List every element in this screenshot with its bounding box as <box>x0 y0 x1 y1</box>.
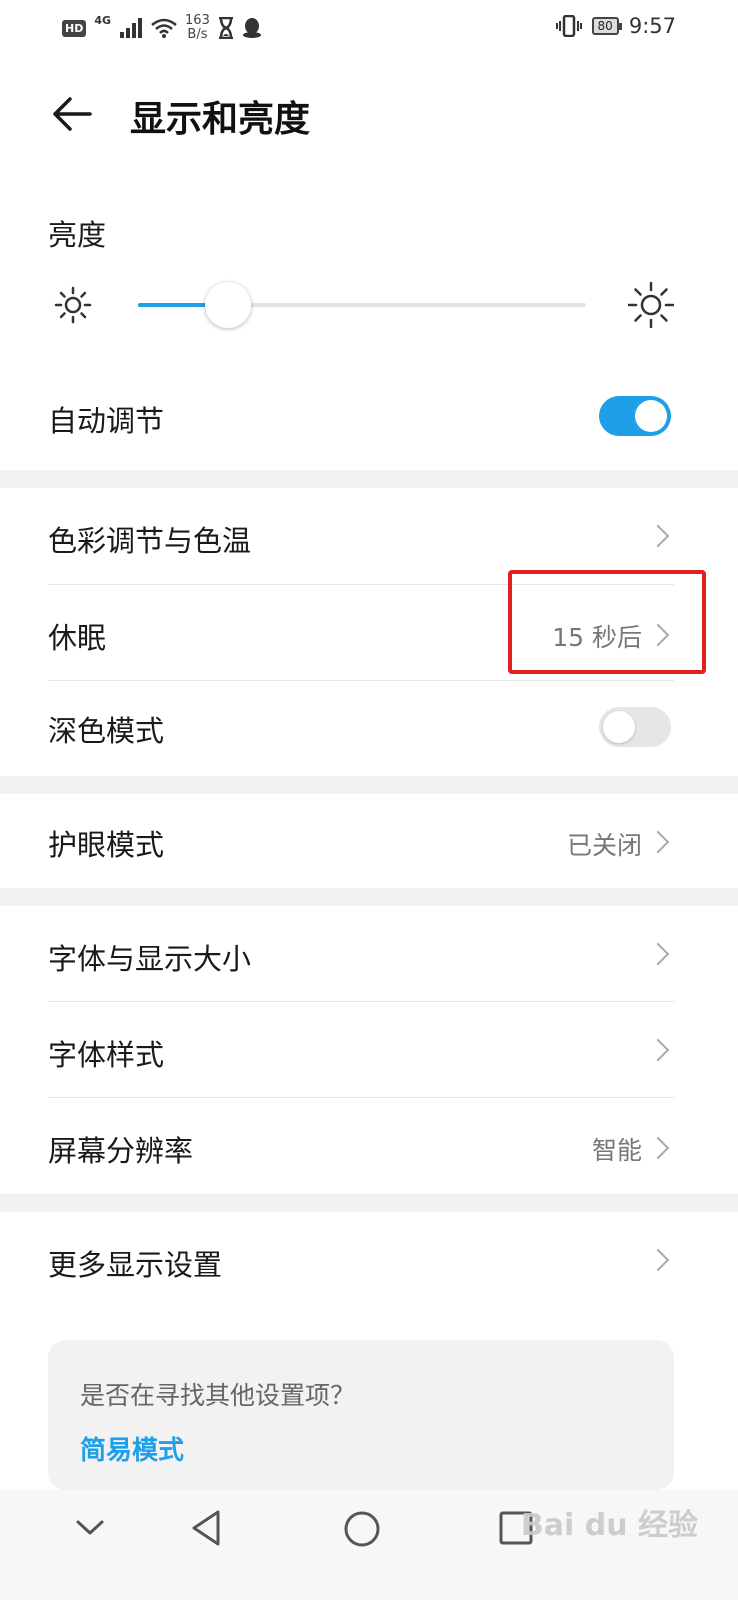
back-button[interactable] <box>50 92 94 136</box>
eye-comfort-label: 护眼模式 <box>48 828 165 862</box>
back-arrow-icon <box>53 97 92 131</box>
dark-mode-label: 深色模式 <box>48 714 165 748</box>
color-temp-label: 色彩调节与色温 <box>48 524 252 558</box>
section-gap <box>0 776 738 794</box>
chevron-right-icon <box>646 1248 670 1272</box>
font-display-size-label: 字体与显示大小 <box>48 942 252 976</box>
section-gap <box>0 888 738 906</box>
section-gap <box>0 470 738 488</box>
chevron-right-icon <box>646 1136 670 1160</box>
chevron-right-icon <box>646 942 670 966</box>
nav-back-icon[interactable] <box>188 1508 224 1548</box>
sleep-label: 休眠 <box>48 621 107 655</box>
section-gap <box>0 1194 738 1212</box>
net-speed-value: 163 <box>185 13 210 28</box>
page-title: 显示和亮度 <box>130 99 311 140</box>
qq-icon <box>242 18 261 38</box>
dark-mode-toggle[interactable] <box>599 707 671 747</box>
signal-icon: 4G <box>94 13 112 27</box>
resolution-value: 智能 <box>591 1136 642 1165</box>
vibrate-icon <box>555 15 582 37</box>
eye-comfort-value: 已关闭 <box>566 831 642 860</box>
hint-card: 是否在寻找其他设置项？ 简易模式 <box>48 1340 674 1490</box>
toggle-knob <box>635 400 667 432</box>
auto-adjust-label: 自动调节 <box>48 404 165 438</box>
network-speed: 163 B/s <box>185 14 210 42</box>
toggle-knob <box>603 711 635 743</box>
auto-adjust-toggle[interactable] <box>599 396 671 436</box>
signal-bars-icon <box>120 18 143 38</box>
divider <box>48 680 674 681</box>
chevron-right-icon <box>646 1038 670 1062</box>
baidu-watermark: Bai du 经验 <box>520 1508 698 1543</box>
sun-large-icon <box>628 282 674 328</box>
nav-down-icon[interactable] <box>74 1518 106 1538</box>
brightness-label: 亮度 <box>48 218 107 252</box>
resolution-label: 屏幕分辨率 <box>48 1134 194 1168</box>
net-speed-unit: B/s <box>187 27 208 42</box>
chevron-right-icon <box>646 830 670 854</box>
hint-text: 是否在寻找其他设置项？ <box>80 1381 356 1410</box>
hd-badge: HD <box>62 19 87 37</box>
status-bar: HD 4G 163 B/s 80 9:57 <box>0 0 738 60</box>
clock: 9:57 <box>628 14 676 38</box>
highlight-box <box>508 570 706 674</box>
font-style-row[interactable]: 字体样式 <box>0 1002 738 1098</box>
simple-mode-link[interactable]: 简易模式 <box>80 1430 184 1467</box>
sun-small-icon <box>54 286 92 324</box>
more-settings-row[interactable]: 更多显示设置 <box>0 1212 738 1308</box>
wifi-icon <box>151 18 177 38</box>
brightness-slider-thumb[interactable] <box>204 282 251 328</box>
hourglass-icon <box>218 17 233 39</box>
status-right: 80 9:57 <box>555 14 676 38</box>
eye-comfort-row[interactable]: 护眼模式 已关闭 <box>0 794 738 888</box>
resolution-row[interactable]: 屏幕分辨率 智能 <box>0 1098 738 1194</box>
battery-icon: 80 <box>591 17 623 35</box>
font-display-size-row[interactable]: 字体与显示大小 <box>0 906 738 1002</box>
font-style-label: 字体样式 <box>48 1038 165 1072</box>
nav-home-icon[interactable] <box>343 1510 381 1548</box>
more-settings-label: 更多显示设置 <box>48 1248 223 1282</box>
chevron-right-icon <box>646 524 670 548</box>
status-left: HD 4G 163 B/s <box>62 14 262 42</box>
